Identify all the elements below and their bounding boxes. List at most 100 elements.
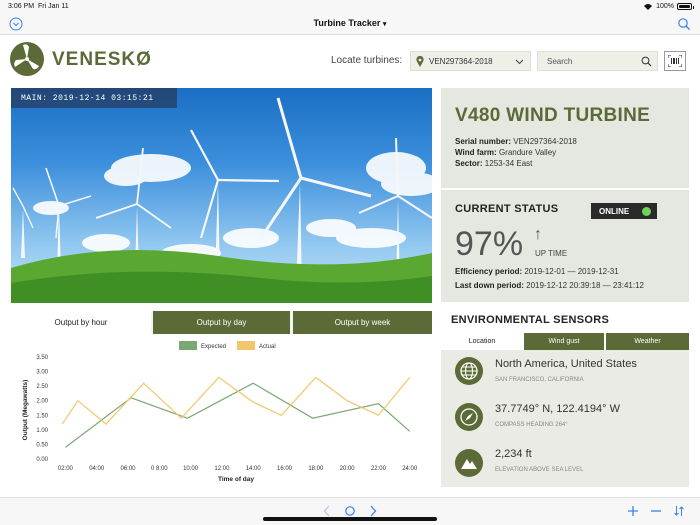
series-line-actual: [61, 376, 411, 425]
plus-icon[interactable]: [627, 505, 639, 517]
chevron-down-icon: [515, 59, 524, 65]
uptime-value: 97%: [455, 225, 524, 263]
chevron-right-icon[interactable]: [369, 505, 377, 517]
farm-row: Wind farm: Grandure Valley: [455, 148, 675, 157]
turbine-info-panel: V480 WIND TURBINE Serial number: VEN2973…: [441, 88, 689, 188]
series-line-expected: [65, 382, 411, 448]
x-tick-label: 16:00: [277, 466, 293, 472]
battery-icon: [677, 3, 694, 10]
locate-label: Locate turbines:: [331, 55, 403, 66]
y-tick-label: 3.00: [36, 370, 48, 376]
x-tick-label: 22:00: [371, 466, 387, 472]
online-indicator-icon: [642, 207, 651, 216]
locate-value: VEN297364-2018: [429, 56, 493, 66]
x-tick-label: 20:00: [340, 466, 356, 472]
search-icon[interactable]: [677, 17, 691, 31]
tab-output-by-day[interactable]: Output by day: [153, 311, 290, 334]
sector-row: Sector: 1253-34 East: [455, 159, 675, 168]
sensor-elevation-main: 2,234 ft: [495, 448, 532, 460]
mountain-icon: [455, 449, 483, 477]
y-tick-label: 0.50: [36, 442, 48, 448]
turbine-photo-illustration: [11, 97, 432, 303]
sensor-location-main: North America, United States: [495, 358, 637, 370]
turbine-title: V480 WIND TURBINE: [455, 105, 651, 126]
y-tick-label: 0.00: [36, 457, 48, 463]
y-axis-label: Output (Megawatts): [22, 380, 29, 441]
logo-icon: [10, 42, 44, 76]
status-date: Fri Jan 11: [38, 3, 69, 10]
home-indicator[interactable]: [263, 517, 437, 521]
x-tick-label: 06:00: [120, 466, 136, 472]
online-text: ONLINE: [599, 206, 630, 216]
efficiency-value: 2019-12-01 — 2019-12-31: [524, 267, 619, 276]
uptime-label: UP TIME: [535, 249, 568, 258]
compass-icon: [455, 403, 483, 431]
logo-text: VENESKØ: [52, 49, 152, 70]
down-label: Last down period:: [455, 281, 524, 290]
status-time: 3:06 PM: [8, 3, 35, 10]
app-header: VENESKØ Locate turbines: VEN297364-2018 …: [0, 36, 700, 86]
chart-area: Expected Actual 0.00 0.50 1.00 1.50 2.00 2.50 3.…: [11, 334, 432, 487]
env-tab-location[interactable]: Location: [441, 333, 523, 350]
output-chart-card: Output by hour Output by day Output by w…: [11, 311, 432, 487]
x-tick-label: 12:00: [214, 466, 230, 472]
efficiency-label: Efficiency period:: [455, 267, 523, 276]
serial-label: Serial number:: [455, 137, 512, 146]
env-tab-weather[interactable]: Weather: [606, 333, 689, 350]
sensor-elevation-sub: ELEVATION ABOVE SEA LEVEL: [495, 467, 584, 473]
arrow-up-icon: ↑: [534, 226, 542, 243]
x-tick-label: 24:00: [402, 466, 418, 472]
battery-percent: 100%: [656, 3, 674, 10]
tab-output-by-week[interactable]: Output by week: [293, 311, 432, 334]
x-tick-label: 10:00: [183, 466, 199, 472]
magnifier-icon[interactable]: [641, 56, 652, 67]
navigation-bar: Turbine Tracker ▾: [0, 13, 700, 35]
env-sensors-title: ENVIRONMENTAL SENSORS: [451, 314, 610, 326]
nav-title[interactable]: Turbine Tracker ▾: [0, 18, 700, 28]
serial-value: VEN297364-2018: [513, 137, 577, 146]
turbine-photo: [11, 88, 432, 303]
search-placeholder: Search: [547, 56, 573, 66]
y-tick-label: 2.00: [36, 399, 48, 405]
legend-swatch-actual: [237, 341, 255, 350]
x-tick-label: 18:00: [308, 466, 324, 472]
barcode-icon: [668, 55, 682, 67]
nav-title-text[interactable]: Turbine Tracker: [314, 18, 381, 28]
y-tick-label: 1.50: [36, 413, 48, 419]
down-period: Last down period: 2019-12-12 20:39:18 — …: [455, 281, 644, 290]
y-tick-label: 2.50: [36, 384, 48, 390]
sensor-coordinates-main: 37.7749° N, 122.4194° W: [495, 403, 620, 415]
output-line-chart: Expected Actual 0.00 0.50 1.00 1.50 2.00 2.50 3.…: [22, 341, 418, 483]
x-tick-label: 02:00: [58, 466, 74, 472]
env-tab-wind-gust[interactable]: Wind gust: [524, 333, 604, 350]
circle-icon[interactable]: [344, 505, 356, 517]
sector-value: 1253-34 East: [484, 159, 533, 168]
chevron-left-icon[interactable]: [323, 505, 331, 517]
caret-down-icon: ▾: [382, 21, 387, 28]
x-axis-label: Time of day: [218, 476, 254, 483]
down-value: 2019-12-12 20:39:18 — 23:41:12: [526, 281, 644, 290]
search-input[interactable]: Search: [537, 51, 658, 71]
farm-label: Wind farm:: [455, 148, 497, 157]
sort-icon[interactable]: [673, 505, 685, 517]
locate-turbine-select[interactable]: VEN297364-2018: [410, 51, 531, 71]
serial-row: Serial number: VEN297364-2018: [455, 137, 675, 146]
y-tick-label: 3.50: [36, 355, 48, 361]
online-status-badge: ONLINE: [591, 203, 657, 219]
location-pin-icon: [416, 56, 424, 67]
farm-value: Grandure Valley: [498, 148, 557, 157]
camera-timestamp: MAIN: 2019-12-14 03:15:21: [11, 88, 177, 108]
legend-label-actual: Actual: [259, 344, 276, 350]
sector-label: Sector:: [455, 159, 483, 168]
tab-output-by-hour[interactable]: Output by hour: [11, 311, 151, 334]
barcode-scan-button[interactable]: [664, 51, 686, 71]
x-tick-label: 0 8:00: [151, 466, 168, 472]
sensor-location-sub: SAN FRANCISCO, CALIFORNIA: [495, 377, 584, 383]
efficiency-period: Efficiency period: 2019-12-01 — 2019-12-…: [455, 267, 619, 276]
legend-swatch-expected: [179, 341, 197, 350]
sensor-coordinates-sub: COMPASS HEADING 264°: [495, 422, 568, 428]
minus-icon[interactable]: [650, 505, 662, 517]
status-bar: 3:06 PM Fri Jan 11 100%: [0, 0, 700, 13]
x-tick-label: 04:00: [89, 466, 105, 472]
y-tick-label: 1.00: [36, 428, 48, 434]
